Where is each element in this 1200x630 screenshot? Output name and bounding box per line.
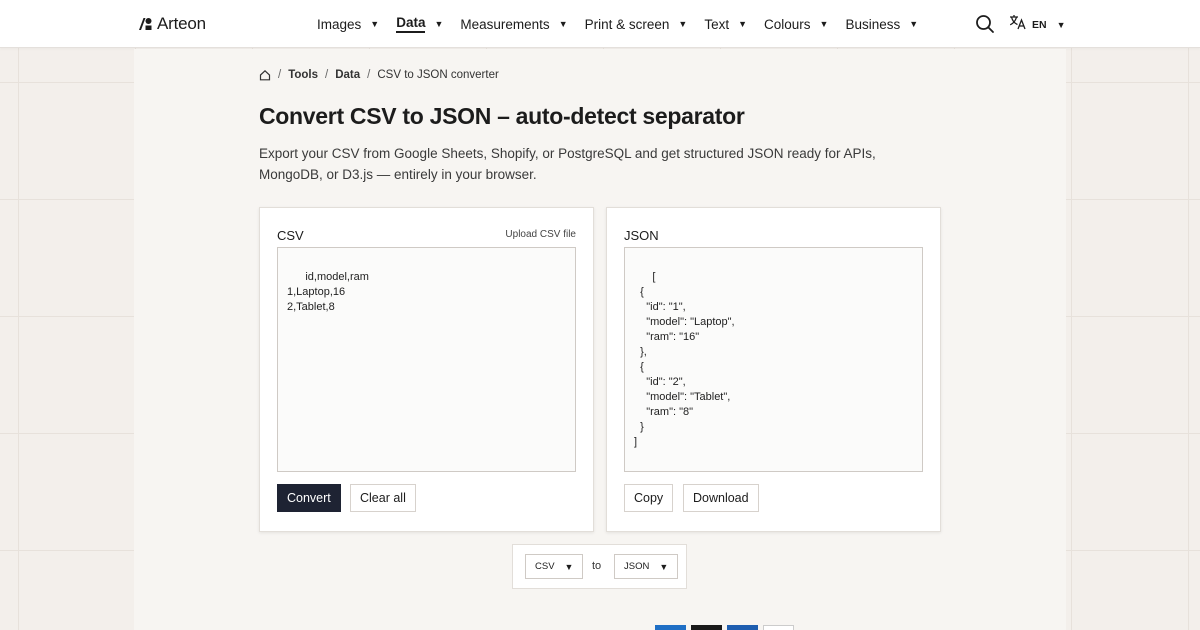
main-content-panel: / Tools / Data / CSV to JSON converter C…: [134, 49, 1066, 630]
json-card-title: JSON: [624, 228, 659, 243]
chevron-down-icon: ▼: [370, 19, 380, 29]
language-code: EN: [1032, 18, 1047, 31]
csv-input-card: CSV Upload CSV file id,model,ram 1,Lapto…: [259, 207, 594, 532]
chevron-down-icon: ▼: [434, 19, 444, 29]
format-switcher: CSV ▼ to JSON ▼: [512, 544, 687, 589]
csv-card-title: CSV: [277, 228, 304, 243]
logo-text: Arteon: [157, 14, 206, 33]
convert-button[interactable]: Convert: [277, 484, 341, 512]
nav-item-print-screen[interactable]: Print & screen ▼: [585, 0, 688, 48]
language-selector[interactable]: EN ▼: [1009, 14, 1066, 35]
share-button[interactable]: [691, 625, 722, 630]
page-intro: Export your CSV from Google Sheets, Shop…: [259, 146, 876, 182]
chevron-down-icon: ▼: [738, 19, 748, 29]
translate-icon: [1009, 14, 1026, 35]
breadcrumb-separator: /: [325, 69, 329, 81]
breadcrumb: / Tools / Data / CSV to JSON converter: [259, 69, 499, 81]
share-button[interactable]: [727, 625, 758, 630]
copy-button[interactable]: Copy: [624, 484, 674, 512]
to-format-select[interactable]: JSON ▼: [614, 554, 679, 579]
nav-item-label: Text: [704, 16, 730, 32]
resize-grip-icon[interactable]: [566, 462, 573, 469]
nav-item-label: Business: [845, 16, 901, 32]
main-nav: Images ▼ Data ▼ Measurements ▼ Print & s…: [317, 0, 935, 48]
breadcrumb-tools[interactable]: Tools: [288, 69, 318, 81]
chevron-down-icon: ▼: [1056, 19, 1066, 30]
top-navigation-bar: Arteon Images ▼ Data ▼ Measurements ▼ Pr…: [0, 0, 1200, 48]
download-button[interactable]: Download: [683, 484, 759, 512]
chevron-down-icon: ▼: [564, 561, 574, 572]
share-button[interactable]: [655, 625, 686, 630]
chevron-down-icon: ▼: [659, 561, 669, 572]
upload-csv-link[interactable]: Upload CSV file: [505, 229, 576, 240]
to-format-value: JSON: [624, 561, 650, 572]
json-output-card: JSON [ { "id": "1", "model": "Laptop", "…: [606, 207, 941, 532]
json-output-textarea[interactable]: [ { "id": "1", "model": "Laptop", "ram":…: [624, 247, 923, 472]
clear-all-button[interactable]: Clear all: [350, 484, 416, 512]
nav-item-label: Images: [317, 16, 362, 32]
nav-item-business[interactable]: Business ▼: [845, 0, 918, 48]
to-label: to: [592, 560, 602, 572]
chevron-down-icon: ▼: [558, 19, 568, 29]
chevron-down-icon: ▼: [678, 19, 688, 29]
page-title: Convert CSV to JSON – auto-detect separa…: [259, 103, 745, 129]
resize-grip-icon[interactable]: [913, 462, 920, 469]
nav-item-label: Print & screen: [584, 16, 670, 32]
json-output-value: [ { "id": "1", "model": "Laptop", "ram":…: [634, 271, 735, 448]
chevron-down-icon: ▼: [819, 19, 829, 29]
logo[interactable]: Arteon: [137, 14, 206, 34]
breadcrumb-current: CSV to JSON converter: [377, 69, 499, 81]
nav-item-images[interactable]: Images ▼: [317, 0, 379, 48]
nav-item-label: Data: [396, 15, 426, 33]
share-button[interactable]: [763, 625, 794, 630]
search-icon[interactable]: [975, 14, 995, 34]
logo-mark-icon: [137, 16, 153, 32]
nav-item-colours[interactable]: Colours ▼: [764, 0, 828, 48]
nav-item-measurements[interactable]: Measurements ▼: [460, 0, 567, 48]
nav-item-data[interactable]: Data ▼: [396, 0, 443, 48]
breadcrumb-separator: /: [367, 69, 371, 81]
csv-input-value: id,model,ram 1,Laptop,16 2,Tablet,8: [287, 271, 369, 313]
chevron-down-icon: ▼: [909, 19, 919, 29]
nav-item-label: Colours: [764, 16, 811, 32]
nav-item-label: Measurements: [460, 16, 550, 32]
from-format-select[interactable]: CSV ▼: [525, 554, 584, 579]
csv-input-textarea[interactable]: id,model,ram 1,Laptop,16 2,Tablet,8: [277, 247, 576, 472]
breadcrumb-data[interactable]: Data: [335, 69, 360, 81]
home-icon[interactable]: [259, 69, 271, 81]
breadcrumb-separator: /: [278, 69, 282, 81]
nav-item-text[interactable]: Text ▼: [704, 0, 747, 48]
from-format-value: CSV: [535, 561, 555, 572]
share-buttons-strip: [655, 625, 794, 630]
